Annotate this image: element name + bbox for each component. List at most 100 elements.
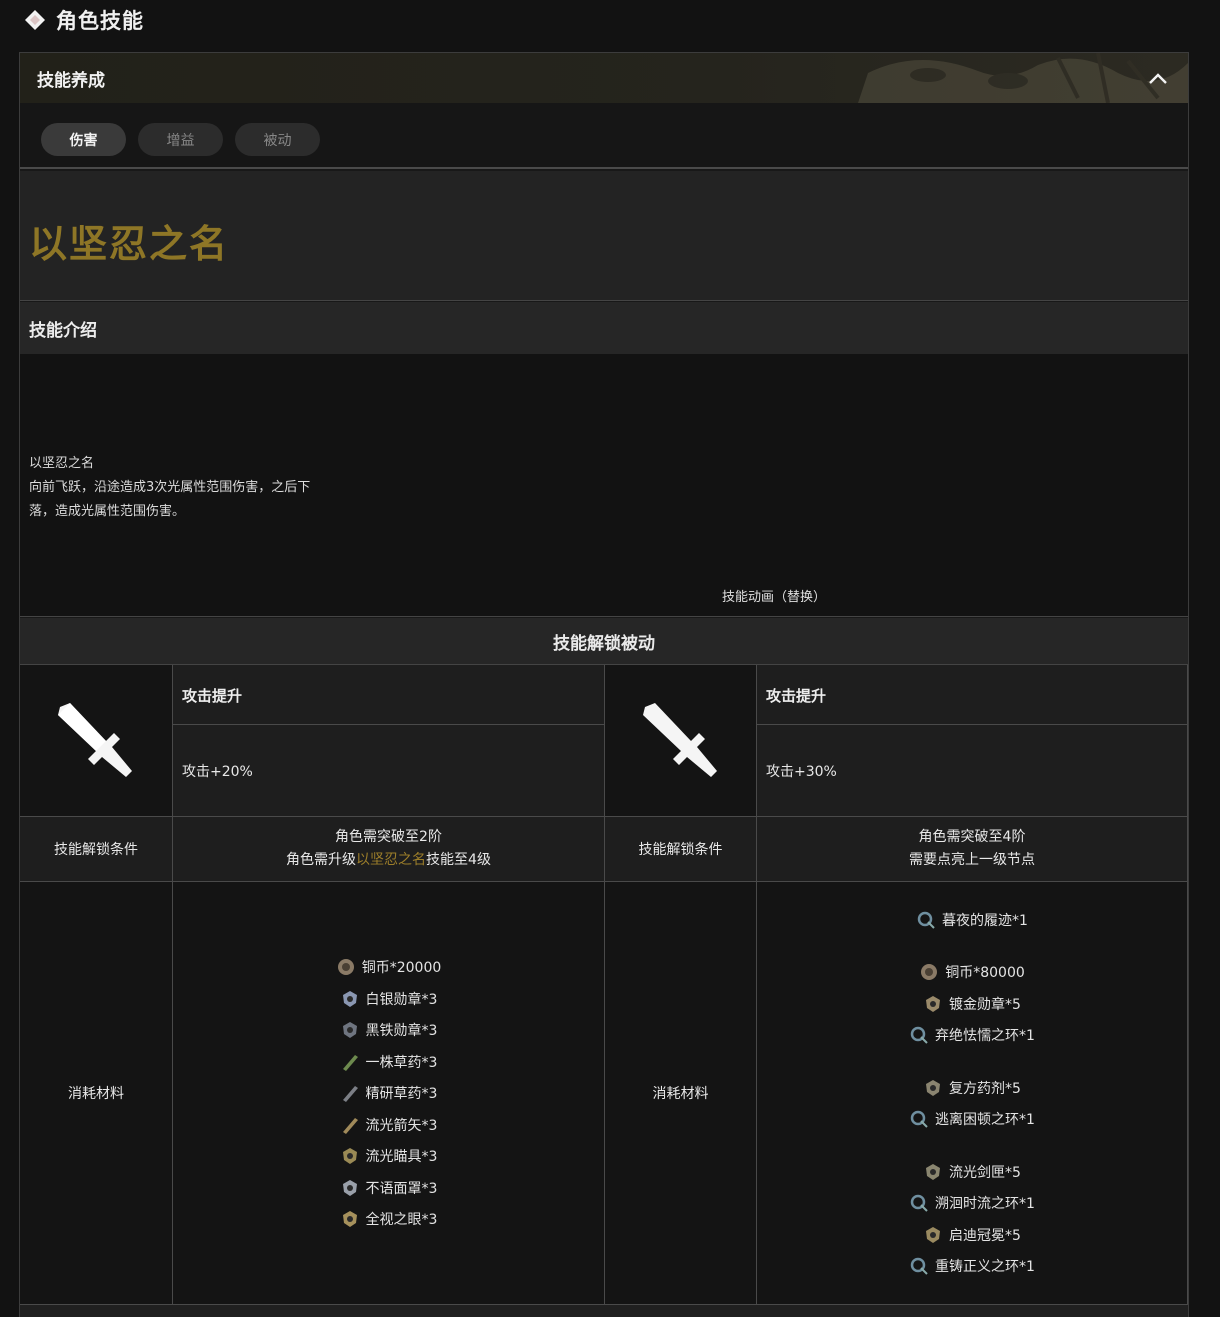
- material-item: 铜币*20000: [336, 951, 442, 983]
- material-text: 复方药剂*5: [949, 1080, 1021, 1097]
- ring-icon: [909, 1025, 929, 1045]
- material-item: 流光箭矢*3: [340, 1109, 438, 1141]
- material-item: 精研草药*3: [340, 1077, 437, 1109]
- intro-header: 技能介绍: [20, 302, 1188, 354]
- material-item: 全视之眼*3: [340, 1203, 438, 1235]
- intro-body: 以坚忍之名 向前飞跃，沿途造成3次光属性范围伤害，之后下 落，造成光属性范围伤害…: [20, 354, 1188, 617]
- material-text: 弃绝怯懦之环*1: [935, 1028, 1035, 1045]
- section-title-text: 角色技能: [56, 9, 144, 33]
- material-item: 不语面罩*3: [340, 1172, 438, 1204]
- material-text: 全视之眼*3: [365, 1212, 438, 1228]
- material-text: 流光箭矢*3: [365, 1117, 438, 1134]
- material-text: 溯洄时流之环*1: [935, 1196, 1035, 1213]
- passive-1-materials: 铜币*20000 白银勋章*3 黑铁勋章*3 一株草药*3 精研草药*3 流光箭矢*3 流光…: [173, 882, 605, 1305]
- chevron-up-icon[interactable]: [1146, 67, 1170, 89]
- material-item: 流光瞄具*3: [340, 1140, 438, 1172]
- passive-2-icon-cell: [605, 665, 757, 817]
- tab-bar: 伤害 增益 被动: [20, 103, 1188, 169]
- material-item: 逃离困顿之环*1: [909, 1104, 1035, 1136]
- material-text: 不语面罩*3: [365, 1180, 438, 1197]
- material-item: 启迪冠冕*5: [923, 1219, 1021, 1251]
- crown-icon: [923, 1225, 943, 1245]
- material-item: 重铸正义之环*1: [909, 1251, 1035, 1283]
- material-item: 黑铁勋章*3: [340, 1014, 438, 1046]
- passive-2-condition-label: 技能解锁条件: [605, 817, 757, 882]
- material-item: 溯洄时流之环*1: [909, 1188, 1035, 1220]
- sword-box-icon: [923, 1162, 943, 1182]
- tab-passive[interactable]: 被动: [235, 123, 320, 156]
- intro-header-text: 技能介绍: [29, 321, 97, 341]
- material-item: 铜币*80000: [919, 957, 1025, 989]
- material-text: 流光瞄具*3: [365, 1149, 438, 1165]
- arrow-icon: [340, 1115, 360, 1135]
- condition-line: 角色需突破至4阶: [918, 829, 1026, 845]
- gold-medal-icon: [923, 994, 943, 1014]
- tab-buff[interactable]: 增益: [138, 123, 223, 156]
- skill-name-highlight[interactable]: 以坚忍之名: [356, 852, 426, 868]
- passive-1-condition: 角色需突破至2阶 角色需升级以坚忍之名技能至4级: [173, 817, 605, 882]
- section-title: 角色技能: [24, 6, 144, 34]
- passive-2-condition: 角色需突破至4阶 需要点亮上一级节点: [757, 817, 1188, 882]
- passive-1-materials-label: 消耗材料: [20, 882, 173, 1305]
- copper-coin-icon: [336, 957, 356, 977]
- ring-icon: [916, 910, 936, 930]
- material-text: 启迪冠冕*5: [949, 1227, 1021, 1244]
- unlock-passive-title: 技能解锁被动: [20, 618, 1188, 665]
- material-item: 白银勋章*3: [340, 983, 438, 1015]
- passive-2-name: 攻击提升: [757, 665, 1188, 725]
- condition-line: 角色需突破至2阶: [335, 829, 442, 845]
- passive-1-effect: 攻击+20%: [173, 725, 605, 817]
- material-item: 流光剑匣*5: [923, 1156, 1021, 1188]
- description-line: 以坚忍之名: [29, 456, 95, 471]
- passive-1-icon-cell: [20, 665, 173, 817]
- header-decoration-icon: [858, 53, 1188, 103]
- material-text: 流光剑匣*5: [949, 1164, 1021, 1181]
- condition-line: 角色需升级以坚忍之名技能至4级: [286, 852, 491, 868]
- ring-icon: [909, 1256, 929, 1276]
- passive-1-name: 攻击提升: [173, 665, 605, 725]
- description-line: 落，造成光属性范围伤害。: [29, 504, 186, 519]
- skill-name-box: 以坚忍之名: [20, 171, 1188, 301]
- passive-1-condition-label: 技能解锁条件: [20, 817, 173, 882]
- material-text: 白银勋章*3: [365, 991, 438, 1008]
- description-line: 向前飞跃，沿途造成3次光属性范围伤害，之后下: [29, 480, 311, 495]
- material-text: 铜币*80000: [945, 965, 1025, 982]
- material-item: 一株草药*3: [340, 1046, 438, 1078]
- tab-damage[interactable]: 伤害: [41, 123, 126, 156]
- passive-grid: 攻击提升 攻击+20% 攻击提升 攻击+30% 技能解锁条件 角色需突破至2阶 …: [20, 665, 1188, 1305]
- skill-name: 以坚忍之名: [29, 222, 230, 266]
- material-text: 逃离困顿之环*1: [935, 1112, 1035, 1129]
- sword-icon: [642, 702, 717, 777]
- skill-panel: 技能养成 伤害 增益 被动 以坚忍之名 技能介绍 以坚忍之名 向前飞跃，沿途造成…: [19, 52, 1189, 1317]
- material-text: 镀金勋章*5: [949, 996, 1021, 1013]
- panel-header[interactable]: 技能养成: [20, 53, 1188, 103]
- ring-icon: [909, 1109, 929, 1129]
- material-item: 弃绝怯懦之环*1: [909, 1020, 1035, 1052]
- diamond-icon: [24, 9, 46, 31]
- material-item: 镀金勋章*5: [923, 988, 1021, 1020]
- ring-icon: [909, 1193, 929, 1213]
- passive-2-effect: 攻击+30%: [757, 725, 1188, 817]
- mask-icon: [340, 1178, 360, 1198]
- potion-icon: [923, 1078, 943, 1098]
- material-item: 暮夜的履迹*1: [916, 904, 1028, 936]
- passive-2-materials-label: 消耗材料: [605, 882, 757, 1305]
- skill-animation-link[interactable]: 技能动画（替换）: [722, 586, 826, 605]
- footer-strip: [20, 1305, 1188, 1317]
- material-text: 重铸正义之环*1: [935, 1259, 1035, 1276]
- refined-herb-icon: [340, 1083, 360, 1103]
- sword-icon: [58, 702, 132, 777]
- scope-icon: [340, 1146, 360, 1166]
- copper-coin-icon: [919, 962, 939, 982]
- material-item: 复方药剂*5: [923, 1072, 1021, 1104]
- panel-title: 技能养成: [37, 71, 105, 91]
- material-text: 一株草药*3: [365, 1054, 438, 1071]
- material-text: 黑铁勋章*3: [365, 1023, 438, 1039]
- passive-2-materials: 暮夜的履迹*1 铜币*80000 镀金勋章*5 弃绝怯懦之环*1 复方药剂*5 逃离困顿之…: [757, 882, 1188, 1305]
- skill-description: 以坚忍之名 向前飞跃，沿途造成3次光属性范围伤害，之后下 落，造成光属性范围伤害…: [29, 452, 359, 524]
- eye-icon: [340, 1209, 360, 1229]
- herb-icon: [340, 1052, 360, 1072]
- silver-medal-icon: [340, 989, 360, 1009]
- material-text: 暮夜的履迹*1: [942, 912, 1028, 929]
- material-text: 铜币*20000: [361, 960, 442, 976]
